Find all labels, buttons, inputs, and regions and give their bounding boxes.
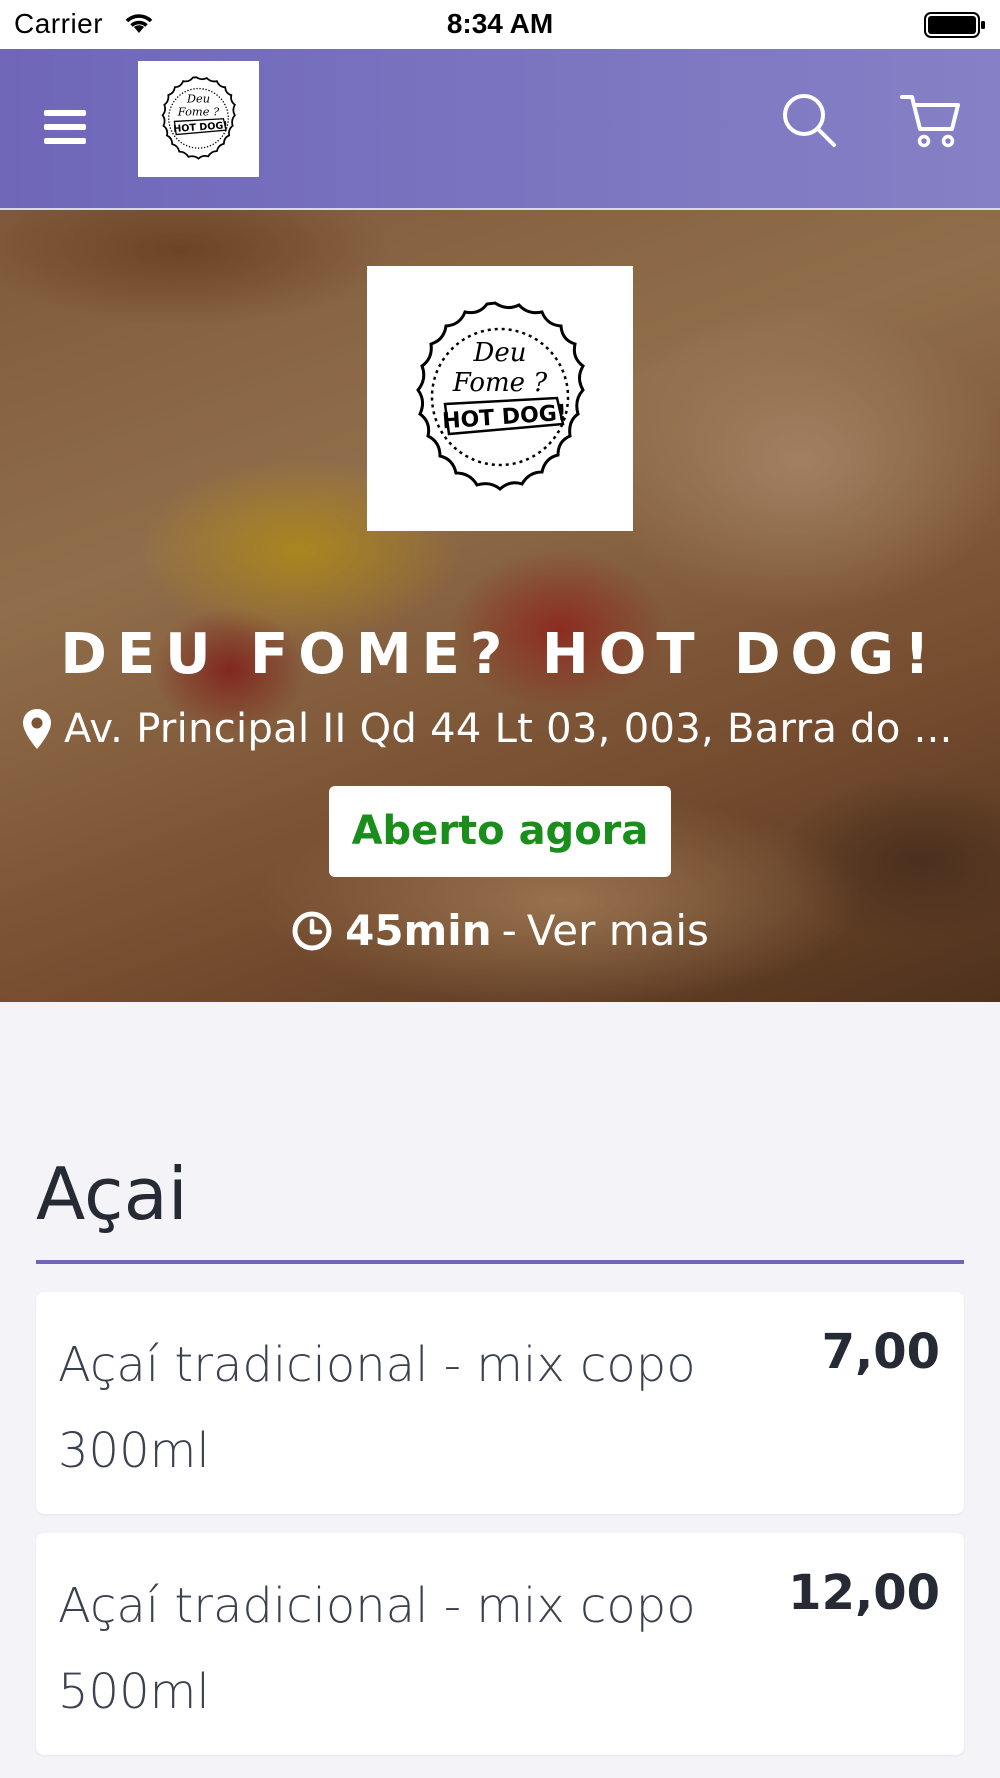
restaurant-logo-small[interactable]: Deu Fome ? HOT DOG! — [138, 61, 259, 177]
menu-item-price: 12,00 — [788, 1565, 940, 1621]
see-more-link[interactable]: Ver mais — [527, 906, 709, 955]
logo-text-line2: Fome ? — [177, 105, 220, 119]
status-bar: Carrier 8:34 AM — [0, 0, 1000, 49]
restaurant-logo: Deu Fome ? HOT DOG! — [367, 266, 633, 531]
delivery-info[interactable]: 45min - Ver mais — [0, 906, 1000, 955]
logo-text-line1: Deu — [186, 92, 210, 106]
logo-badge-icon: Deu Fome ? HOT DOG! — [416, 301, 585, 491]
menu-item[interactable]: Açaí tradicional - mix copo 500ml 12,00 — [36, 1533, 964, 1755]
menu-item[interactable]: Açaí tradicional - mix copo 300ml 7,00 — [36, 1292, 964, 1514]
delivery-separator: - — [501, 906, 517, 955]
menu-item-price: 7,00 — [821, 1324, 940, 1380]
logo-badge-icon: Deu Fome ? HOT DOG! — [161, 76, 236, 160]
delivery-time: 45min — [345, 906, 492, 955]
restaurant-hero: Deu Fome ? HOT DOG! DEU FOME? HOT DOG! A… — [0, 210, 1000, 1002]
location-pin-icon — [23, 709, 51, 749]
restaurant-address-row: Av. Principal II Qd 44 Lt 03, 003, Barra… — [22, 704, 982, 754]
open-status-button[interactable]: Aberto agora — [329, 786, 671, 877]
menu-item-name: Açaí tradicional - mix copo 300ml — [58, 1337, 696, 1479]
menu-item-name: Açaí tradicional - mix copo 500ml — [58, 1578, 696, 1720]
logo-text-line2: Fome ? — [452, 368, 549, 398]
section-divider — [36, 1260, 964, 1264]
hamburger-menu-icon[interactable] — [42, 107, 88, 147]
restaurant-name: DEU FOME? HOT DOG! — [60, 622, 940, 687]
cart-icon[interactable] — [900, 91, 962, 149]
clock-icon — [292, 911, 332, 950]
restaurant-address: Av. Principal II Qd 44 Lt 03, 003, Barra… — [64, 706, 953, 752]
logo-text-line1: Deu — [473, 338, 527, 368]
clock-label: 8:34 AM — [446, 8, 554, 39]
battery-icon — [924, 12, 985, 38]
top-navbar: Deu Fome ? HOT DOG! — [0, 49, 1000, 210]
menu-section-title: Açai — [36, 1152, 188, 1236]
search-icon[interactable] — [780, 91, 838, 149]
